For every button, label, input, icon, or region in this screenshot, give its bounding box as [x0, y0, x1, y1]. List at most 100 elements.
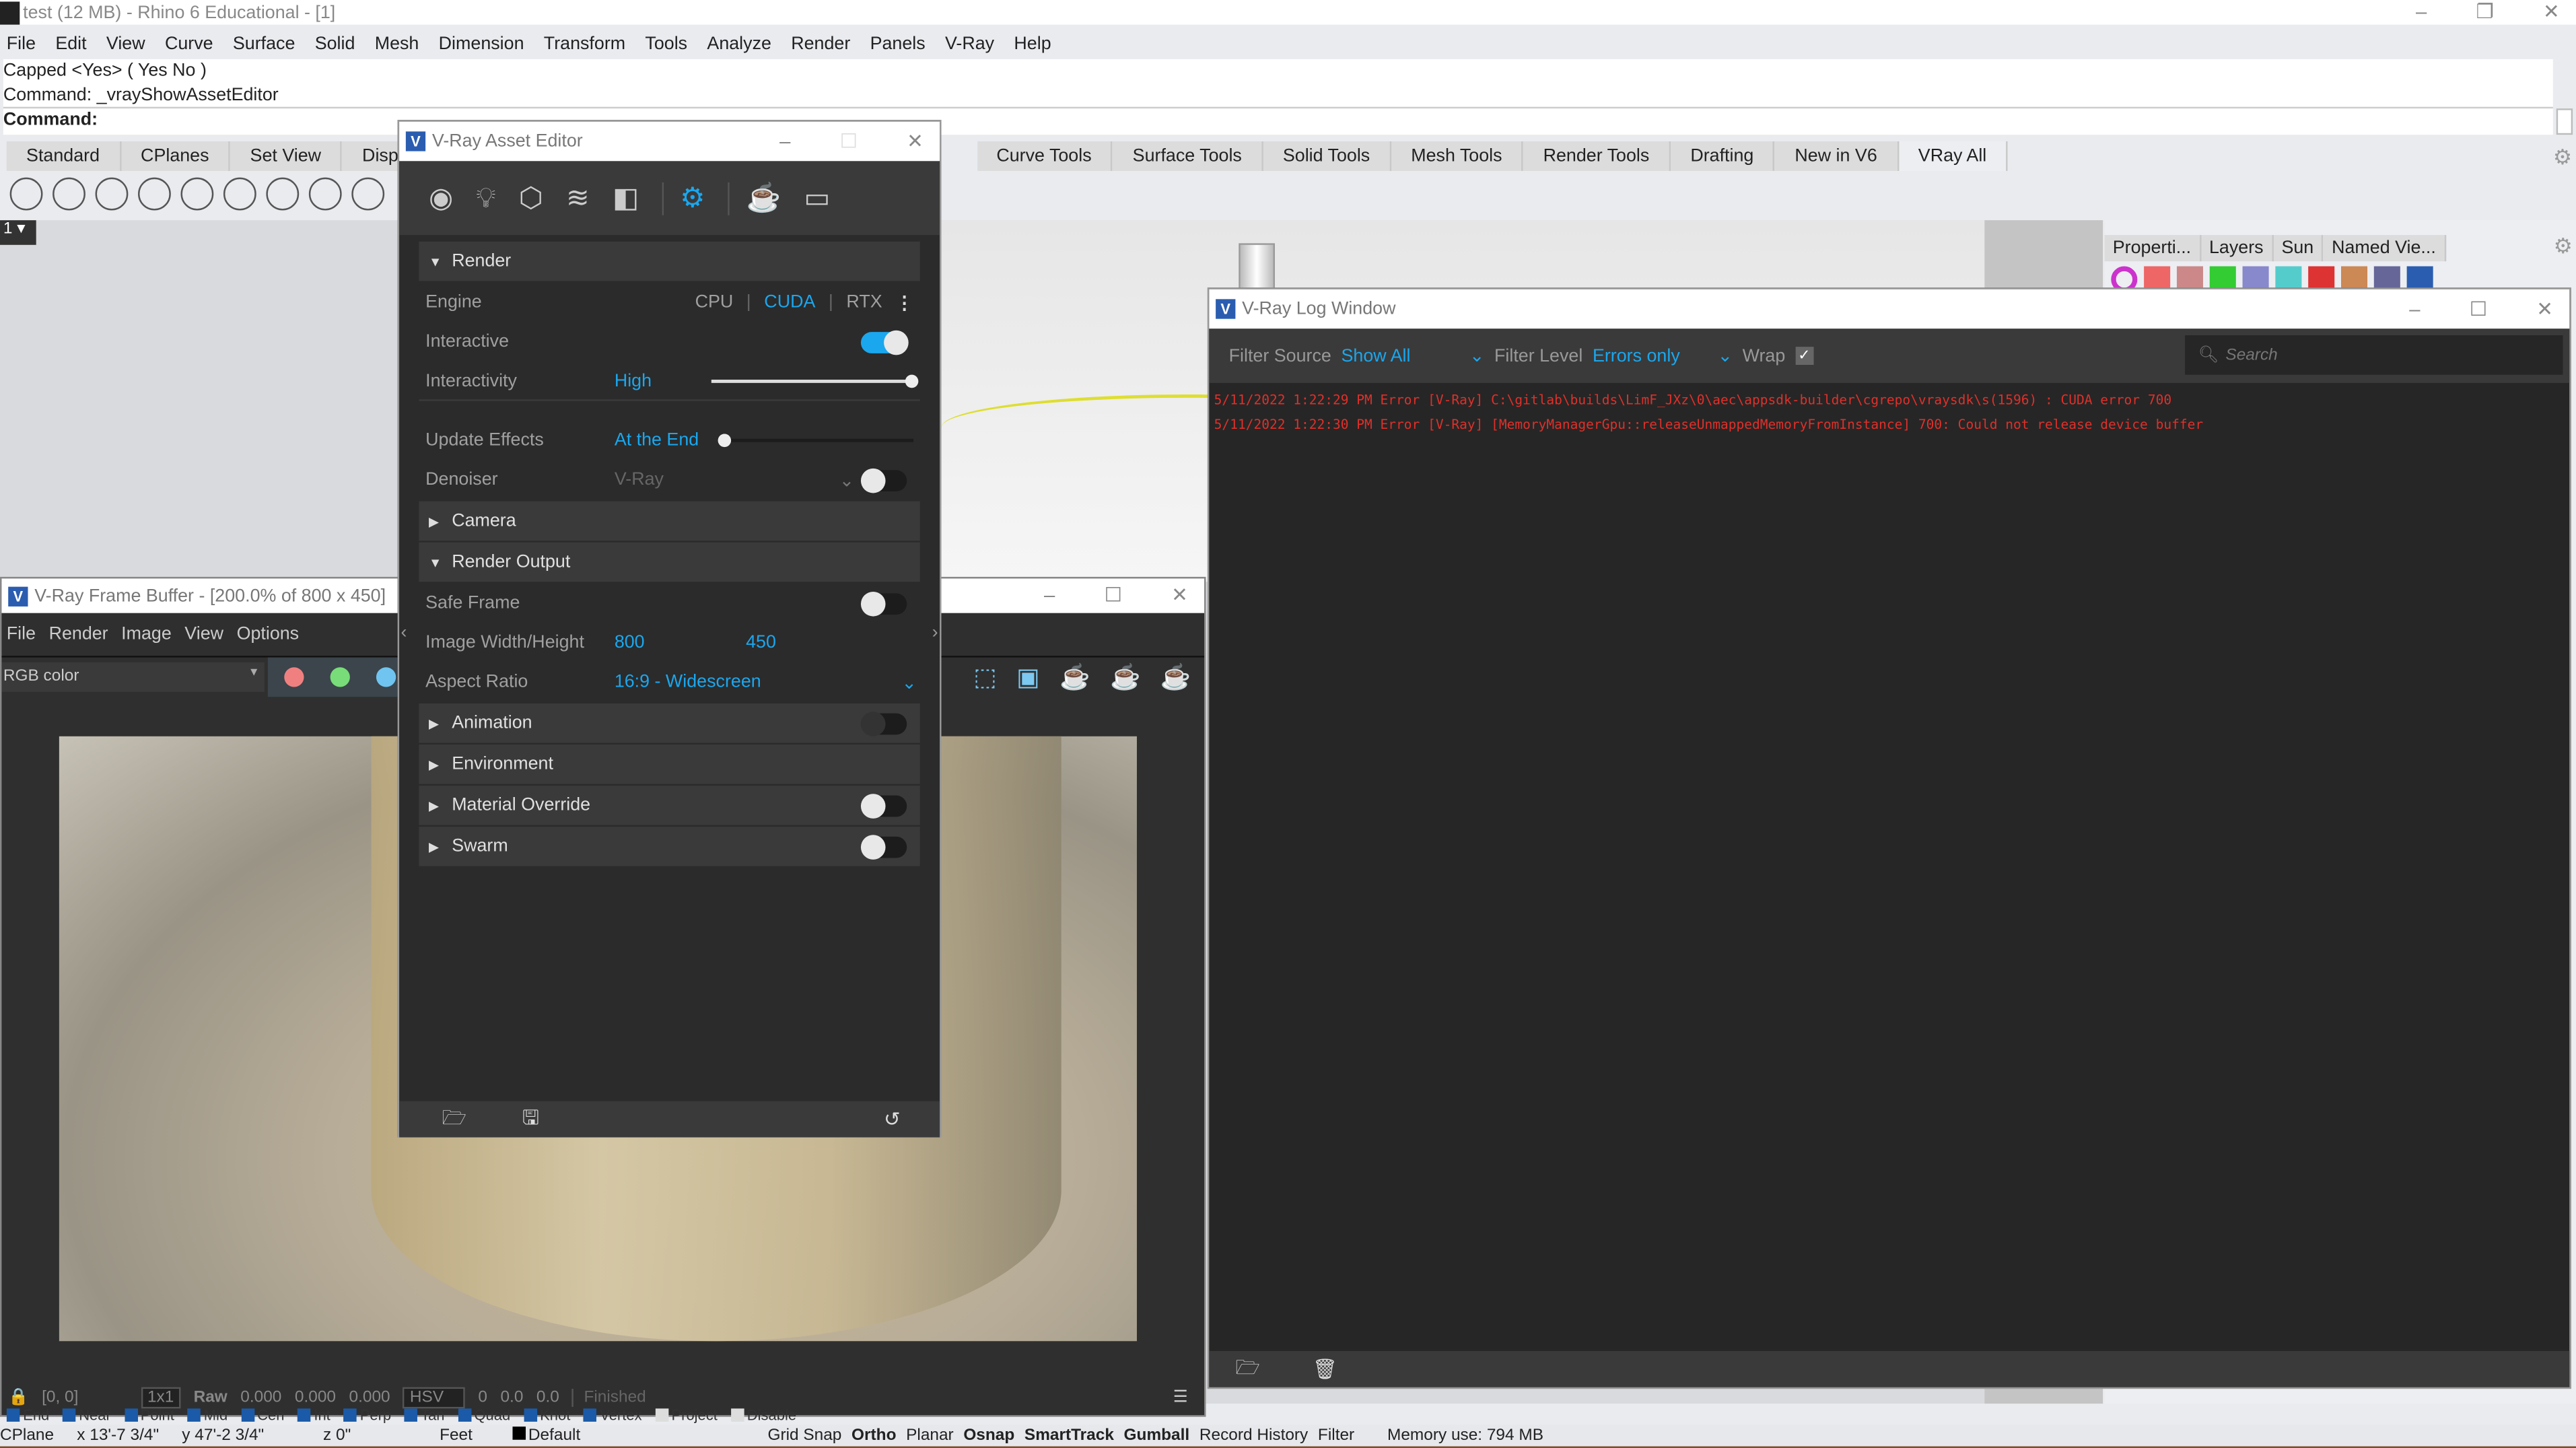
- toolbar-tab[interactable]: Set View: [230, 141, 343, 171]
- aspect-ratio-select[interactable]: 16:9 - Widescreen: [615, 673, 761, 692]
- status-toggle-smarttrack[interactable]: SmartTrack: [1024, 1426, 1114, 1445]
- menu-analyze[interactable]: Analyze: [707, 34, 771, 53]
- units[interactable]: Feet: [440, 1426, 473, 1445]
- image-height-input[interactable]: 450: [746, 633, 776, 652]
- osnap-mid[interactable]: Mid: [187, 1406, 228, 1422]
- menu-dimension[interactable]: Dimension: [439, 34, 524, 53]
- log-maximize-button[interactable]: ☐: [2470, 298, 2487, 320]
- history-panel-icon[interactable]: ☰: [1173, 1388, 1188, 1406]
- update-effects-slider[interactable]: [718, 434, 914, 448]
- toolbar-tab[interactable]: Solid Tools: [1263, 141, 1391, 171]
- textures-icon[interactable]: ◧: [613, 182, 639, 215]
- command-prompt[interactable]: Command:: [3, 108, 2553, 133]
- osnap-end[interactable]: End: [6, 1406, 49, 1422]
- track-mouse-icon[interactable]: ▣: [1016, 662, 1040, 691]
- fb-close-button[interactable]: ✕: [1171, 584, 1188, 607]
- settings-icon[interactable]: ⚙: [662, 181, 705, 215]
- toolbar-tool-icon[interactable]: [266, 177, 300, 211]
- materials-icon[interactable]: ◉: [429, 182, 453, 215]
- status-toggle-grid-snap[interactable]: Grid Snap: [767, 1426, 841, 1445]
- red-channel-button[interactable]: [284, 666, 304, 687]
- render-icon[interactable]: ☕: [1160, 662, 1191, 691]
- interactive-toggle[interactable]: [860, 329, 909, 355]
- image-width-input[interactable]: 800: [615, 633, 746, 652]
- toolbar-tab[interactable]: Drafting: [1671, 141, 1776, 171]
- scroll-right-icon[interactable]: ›: [932, 623, 938, 642]
- panel-gear-icon[interactable]: ⚙: [2554, 234, 2573, 260]
- fb-maximize-button[interactable]: ☐: [1105, 584, 1122, 607]
- toolbar-tool-icon[interactable]: [95, 177, 129, 211]
- fb-menu-options[interactable]: Options: [237, 625, 300, 644]
- section-swarm[interactable]: ▶ Swarm: [419, 827, 920, 866]
- channel-select[interactable]: RGB color ▼: [1, 661, 265, 691]
- panel-tab[interactable]: Properti...: [2104, 235, 2201, 262]
- command-scrollbar[interactable]: [2556, 108, 2573, 135]
- osnap-vertex[interactable]: Vertex: [583, 1406, 642, 1422]
- log-close-button[interactable]: ✕: [2536, 298, 2553, 320]
- log-open-icon[interactable]: 🗁: [1235, 1352, 1259, 1386]
- status-toggle-ortho[interactable]: Ortho: [851, 1426, 896, 1445]
- toolbar-tab[interactable]: CPlanes: [120, 141, 231, 171]
- menu-surface[interactable]: Surface: [233, 34, 295, 53]
- restore-button[interactable]: ❐: [2476, 0, 2494, 23]
- green-channel-button[interactable]: [330, 666, 350, 687]
- status-toggle-gumball[interactable]: Gumball: [1124, 1426, 1190, 1445]
- render-teapot-icon[interactable]: ☕: [728, 181, 781, 215]
- safe-frame-toggle[interactable]: [860, 590, 907, 616]
- filter-level-chevron-icon[interactable]: ⌄: [1717, 345, 1733, 366]
- osnap-int[interactable]: Int: [297, 1406, 330, 1422]
- region-render-icon[interactable]: ⬚: [973, 662, 997, 691]
- filter-source-select[interactable]: Show All: [1341, 346, 1469, 366]
- toolbar-tool-icon[interactable]: [9, 177, 43, 211]
- denoiser-toggle[interactable]: [860, 467, 907, 493]
- toolbar-tool-icon[interactable]: [308, 177, 342, 211]
- geometry-icon[interactable]: ⬡: [519, 182, 543, 215]
- engine-rtx[interactable]: RTX: [846, 293, 882, 312]
- osnap-point[interactable]: Point: [124, 1406, 174, 1422]
- menu-tools[interactable]: Tools: [645, 34, 687, 53]
- toolbar-tab[interactable]: VRay All: [1898, 141, 2008, 171]
- render-interactive-icon[interactable]: ☕: [1059, 662, 1090, 691]
- menu-mesh[interactable]: Mesh: [375, 34, 419, 53]
- reset-icon[interactable]: ↺: [884, 1108, 901, 1131]
- cplane-label[interactable]: CPlane: [0, 1426, 54, 1445]
- section-render[interactable]: ▼ Render: [419, 241, 920, 281]
- section-animation[interactable]: ▶ Animation: [419, 703, 920, 743]
- toolbar-tool-icon[interactable]: [351, 177, 385, 211]
- osnap-quad[interactable]: Quad: [458, 1406, 510, 1422]
- menu-curve[interactable]: Curve: [165, 34, 213, 53]
- menu-render[interactable]: Render: [791, 34, 850, 53]
- fb-minimize-button[interactable]: –: [1044, 584, 1055, 607]
- toolbar-tab[interactable]: Curve Tools: [977, 141, 1113, 171]
- section-render-output[interactable]: ▼ Render Output: [419, 542, 920, 582]
- frame-buffer-icon[interactable]: ▭: [804, 182, 830, 215]
- log-minimize-button[interactable]: –: [2409, 298, 2420, 320]
- toolbar-tool-icon[interactable]: [138, 177, 171, 211]
- wrap-checkbox[interactable]: ✓: [1795, 347, 1813, 366]
- fb-menu-view[interactable]: View: [184, 625, 223, 644]
- lock-icon[interactable]: 🔒: [8, 1388, 28, 1406]
- ae-maximize-button[interactable]: ☐: [840, 130, 858, 153]
- viewport-label[interactable]: 1 ▾: [0, 220, 36, 245]
- panel-tab[interactable]: Layers: [2200, 235, 2274, 262]
- osnap-knot[interactable]: Knot: [523, 1406, 570, 1422]
- fb-menu-file[interactable]: File: [7, 625, 36, 644]
- toolbar-tab[interactable]: Render Tools: [1523, 141, 1671, 171]
- chevron-down-icon[interactable]: ⌄: [839, 469, 855, 490]
- blue-channel-button[interactable]: [376, 666, 396, 687]
- color-mode-select[interactable]: HSV: [403, 1386, 465, 1408]
- status-toggle-record-history[interactable]: Record History: [1199, 1426, 1308, 1445]
- scroll-left-icon[interactable]: ‹: [401, 623, 407, 642]
- toolbar-tool-icon[interactable]: [53, 177, 85, 211]
- open-folder-icon[interactable]: 🗁: [442, 1102, 466, 1136]
- more-options-icon[interactable]: ⋮: [895, 291, 913, 313]
- interactivity-slider[interactable]: [711, 374, 919, 388]
- osnap-cen[interactable]: Cen: [240, 1406, 284, 1422]
- ae-close-button[interactable]: ✕: [907, 130, 924, 153]
- osnap-near[interactable]: Near: [62, 1406, 111, 1422]
- menu-help[interactable]: Help: [1014, 34, 1051, 53]
- menu-transform[interactable]: Transform: [544, 34, 625, 53]
- settings-gear-icon[interactable]: ⚙: [2553, 145, 2572, 171]
- menu-edit[interactable]: Edit: [55, 34, 86, 53]
- stop-render-icon[interactable]: ☕: [1110, 662, 1141, 691]
